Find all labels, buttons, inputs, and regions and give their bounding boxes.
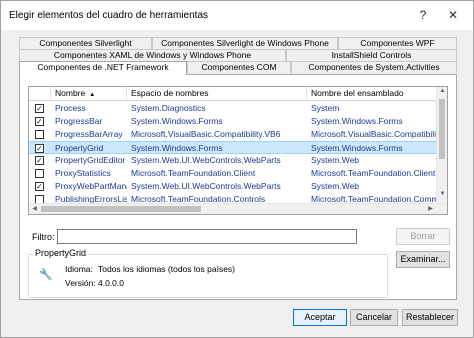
tab-xaml-windows-phone[interactable]: Componentes XAML de Windows y Windows Ph… bbox=[19, 49, 286, 61]
row-checkbox[interactable] bbox=[35, 130, 44, 139]
scroll-up-icon[interactable]: ▲ bbox=[437, 88, 447, 94]
wrench-icon: 🔧 bbox=[39, 269, 53, 281]
tab-system-activities[interactable]: Componentes de System.Activities bbox=[291, 61, 457, 73]
help-icon[interactable]: ? bbox=[415, 7, 431, 23]
horizontal-scrollbar[interactable]: ◀ ▶ bbox=[29, 203, 447, 214]
version-value: 4.0.0.0 bbox=[98, 278, 124, 288]
row-assembly-cell: System.Web bbox=[311, 155, 360, 165]
row-checkbox[interactable]: ✓ bbox=[35, 156, 44, 165]
header-name[interactable]: Nombre ▲ bbox=[51, 87, 127, 101]
row-assembly-cell: Microsoft.TeamFoundation.Client bbox=[311, 168, 436, 178]
row-checkbox[interactable]: ✓ bbox=[35, 117, 44, 126]
row-name-cell: Process bbox=[55, 103, 86, 113]
clear-filter-button[interactable]: Borrar bbox=[396, 228, 450, 245]
row-namespace-cell: Microsoft.VisualBasic.Compatibility.VB6 bbox=[131, 129, 281, 139]
table-row[interactable]: ProxyStatistics Microsoft.TeamFoundation.… bbox=[29, 167, 437, 180]
tab-silverlight-windows-phone[interactable]: Componentes Silverlight de Windows Phone bbox=[152, 37, 338, 49]
close-icon[interactable]: ✕ bbox=[445, 7, 461, 23]
row-name-cell: ProxyWebPartManager bbox=[55, 181, 127, 191]
language-label: Idioma: bbox=[65, 264, 93, 274]
row-namespace-cell: System.Diagnostics bbox=[131, 103, 206, 113]
row-namespace-cell: System.Web.UI.WebControls.WebParts bbox=[131, 155, 281, 165]
row-checkbox[interactable] bbox=[35, 169, 44, 178]
row-name-cell: ProgressBar bbox=[55, 116, 103, 126]
tab-net-framework[interactable]: Componentes de .NET Framework bbox=[19, 61, 187, 75]
table-row[interactable]: ✓ PropertyGrid System.Windows.Forms System.… bbox=[29, 141, 437, 154]
dialog-window: Elegir elementos del cuadro de herramien… bbox=[0, 0, 474, 338]
row-assembly-cell: System bbox=[311, 103, 340, 113]
browse-button[interactable]: Examinar... bbox=[396, 251, 450, 268]
vertical-scrollbar[interactable]: ▲ ▼ bbox=[436, 87, 447, 203]
scroll-down-icon[interactable]: ▼ bbox=[437, 191, 447, 197]
header-assembly[interactable]: Nombre del ensamblado bbox=[307, 87, 437, 101]
table-row[interactable]: ✓ ProgressBar System.Windows.Forms System.W… bbox=[29, 115, 437, 128]
row-assembly-cell: Microsoft.VisualBasic.Compatibility bbox=[311, 129, 437, 139]
row-namespace-cell: Microsoft.TeamFoundation.Client bbox=[131, 168, 256, 178]
row-checkbox[interactable]: ✓ bbox=[35, 182, 44, 191]
header-name-label: Nombre bbox=[55, 88, 86, 98]
row-checkbox[interactable]: ✓ bbox=[35, 144, 44, 153]
version-label: Versión: bbox=[65, 278, 96, 288]
table-row[interactable]: ✓ PropertyGridEditor System.Web.UI.WebCont… bbox=[29, 154, 437, 167]
accept-button[interactable]: Aceptar bbox=[293, 309, 347, 326]
tab-wpf[interactable]: Componentes WPF bbox=[338, 37, 457, 49]
vertical-scroll-thumb[interactable] bbox=[439, 99, 445, 159]
table-row[interactable]: ProgressBarArray Microsoft.VisualBasic.Co… bbox=[29, 128, 437, 141]
components-grid: Nombre ▲ Espacio de nombres Nombre del en… bbox=[28, 86, 448, 215]
sort-ascending-icon: ▲ bbox=[89, 92, 96, 98]
filter-input[interactable] bbox=[57, 229, 357, 244]
row-name-cell: PropertyGridEditor bbox=[55, 155, 126, 165]
grid-header: Nombre ▲ Espacio de nombres Nombre del en… bbox=[29, 87, 437, 101]
row-name-cell: ProgressBarArray bbox=[55, 129, 123, 139]
row-assembly-cell: System.Windows.Forms bbox=[311, 116, 403, 126]
filter-label: Filtro: bbox=[32, 232, 55, 242]
table-row[interactable]: ✓ ProxyWebPartManager System.Web.UI.WebCon… bbox=[29, 180, 437, 193]
horizontal-scroll-thumb[interactable] bbox=[41, 206, 201, 212]
tab-silverlight[interactable]: Componentes Silverlight bbox=[19, 37, 152, 49]
language-value: Todos los idiomas (todos los países) bbox=[98, 264, 236, 274]
title-bar: Elegir elementos del cuadro de herramien… bbox=[1, 1, 473, 30]
component-info-box bbox=[28, 254, 388, 298]
header-check-column[interactable] bbox=[29, 87, 51, 101]
row-namespace-cell: System.Windows.Forms bbox=[131, 116, 223, 126]
row-checkbox[interactable]: ✓ bbox=[35, 104, 44, 113]
scroll-right-icon[interactable]: ▶ bbox=[425, 205, 436, 212]
row-namespace-cell: System.Web.UI.WebControls.WebParts bbox=[131, 181, 281, 191]
component-info-title: PropertyGrid bbox=[33, 248, 89, 258]
row-name-cell: ProxyStatistics bbox=[55, 168, 111, 178]
reset-button[interactable]: Restablecer bbox=[402, 309, 458, 326]
tab-panel: Nombre ▲ Espacio de nombres Nombre del en… bbox=[19, 74, 457, 300]
window-title: Elegir elementos del cuadro de herramien… bbox=[9, 10, 208, 21]
tab-com[interactable]: Componentes COM bbox=[187, 61, 291, 73]
scroll-left-icon[interactable]: ◀ bbox=[29, 205, 40, 212]
table-row[interactable]: ✓ Process System.Diagnostics System bbox=[29, 102, 437, 115]
cancel-button[interactable]: Cancelar bbox=[350, 309, 398, 326]
tab-installshield[interactable]: InstallShield Controls bbox=[286, 49, 457, 61]
header-namespace[interactable]: Espacio de nombres bbox=[127, 87, 307, 101]
row-assembly-cell: System.Web bbox=[311, 181, 360, 191]
